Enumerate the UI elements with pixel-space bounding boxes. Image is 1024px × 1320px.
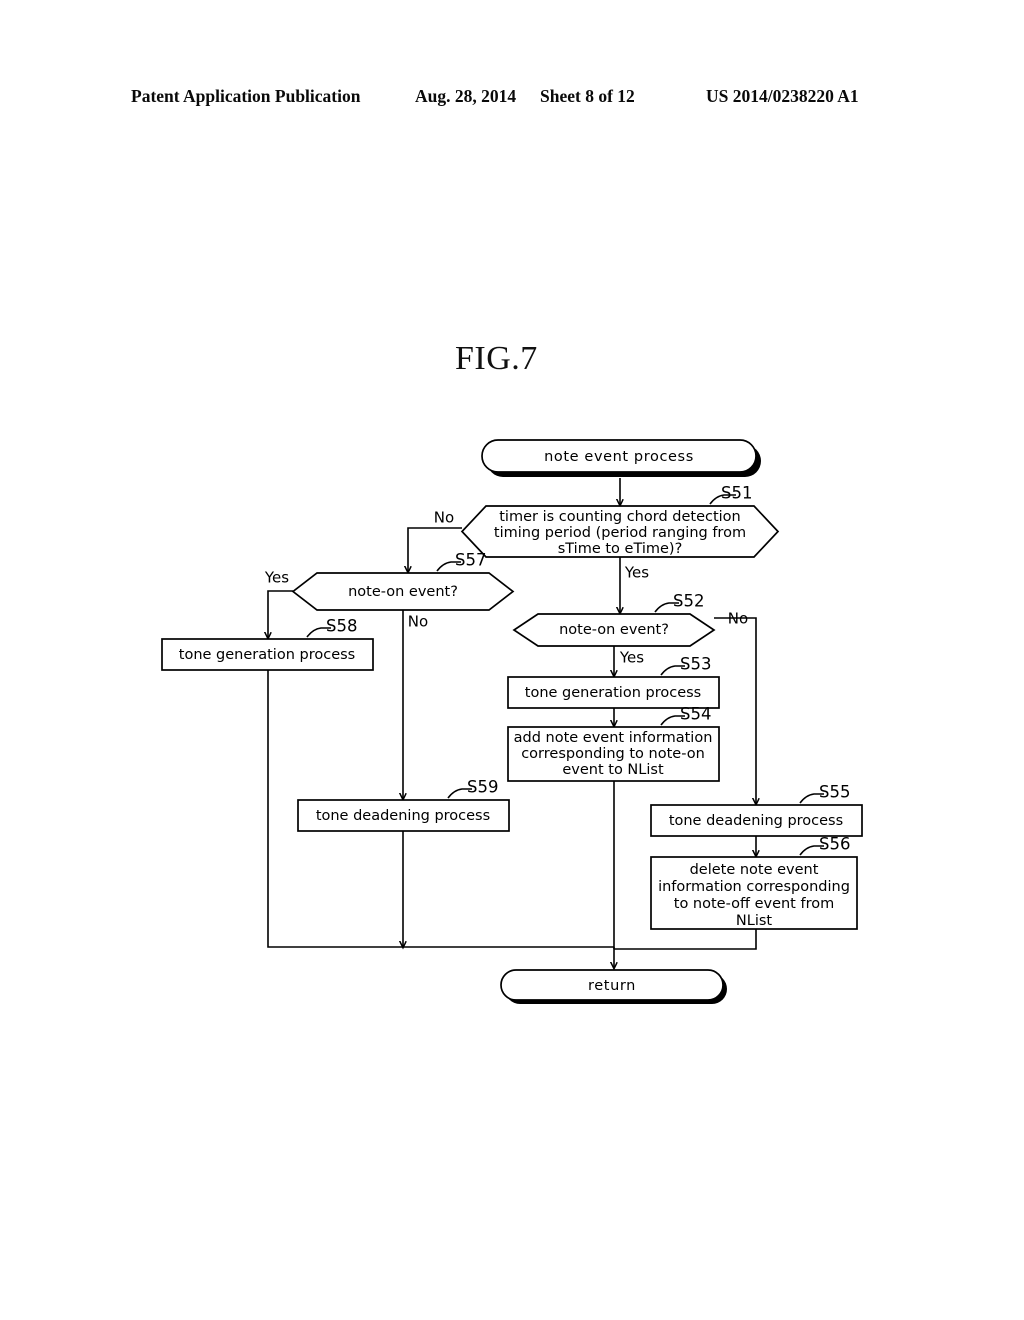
flowchart-diagram: note event process timer is counting cho… (161, 439, 863, 1004)
s54-text-line-2: corresponding to note-on (521, 746, 705, 762)
s55-step-label: S55 (819, 783, 850, 802)
s58-step-label: S58 (326, 617, 357, 636)
s56-text-line-1: delete note event (690, 862, 819, 878)
branch-label-s57-no: No (408, 613, 428, 631)
s55-text-line-1: tone deadening process (669, 813, 843, 829)
s54-text-line-3: event to NList (562, 762, 664, 778)
flow-node-return: return (500, 969, 727, 1004)
connector-s51-no-to-s57 (408, 527, 462, 572)
branch-label-s51-yes: Yes (624, 564, 649, 582)
start-node-label: note event process (544, 449, 694, 465)
branch-label-s51-no: No (434, 509, 454, 527)
s52-step-label: S52 (673, 592, 704, 611)
return-node-label: return (588, 978, 636, 994)
s56-text-line-2: information corresponding (658, 879, 850, 895)
connector-s57-yes-to-s58 (268, 590, 293, 638)
s57-step-label: S57 (455, 551, 486, 570)
s56-text-line-4: NList (736, 913, 773, 929)
s51-step-label: S51 (721, 484, 752, 503)
s51-text-line-1: timer is counting chord detection (499, 509, 741, 525)
s59-text-line-1: tone deadening process (316, 808, 490, 824)
s51-text-line-3: sTime to eTime)? (558, 541, 683, 557)
flow-node-s57: note-on event? S57 (291, 551, 515, 611)
s58-text-line-1: tone generation process (179, 647, 355, 663)
s53-text-line-1: tone generation process (525, 685, 701, 701)
branch-label-s57-yes: Yes (264, 569, 289, 587)
s54-step-label: S54 (680, 705, 711, 724)
s57-text-line-1: note-on event? (348, 584, 458, 600)
s56-text-line-3: to note-off event from (674, 896, 834, 912)
branch-label-s52-yes: Yes (619, 649, 644, 667)
s51-text-line-2: timing period (period ranging from (494, 525, 746, 541)
s56-step-label: S56 (819, 835, 850, 854)
patent-page: Patent Application Publication Aug. 28, … (0, 0, 1024, 1320)
flow-node-s56: delete note event information correspond… (650, 835, 858, 930)
s53-step-label: S53 (680, 655, 711, 674)
connector-s52-no-to-s55 (714, 617, 756, 804)
s59-step-label: S59 (467, 778, 498, 797)
flow-node-s52: note-on event? S52 (512, 592, 716, 647)
flow-node-start: note event process (481, 439, 761, 477)
connector-s56-to-merge (614, 929, 757, 950)
s52-text-line-1: note-on event? (559, 622, 669, 638)
s54-text-line-1: add note event information (514, 730, 713, 746)
branch-label-s52-no: No (728, 610, 748, 628)
